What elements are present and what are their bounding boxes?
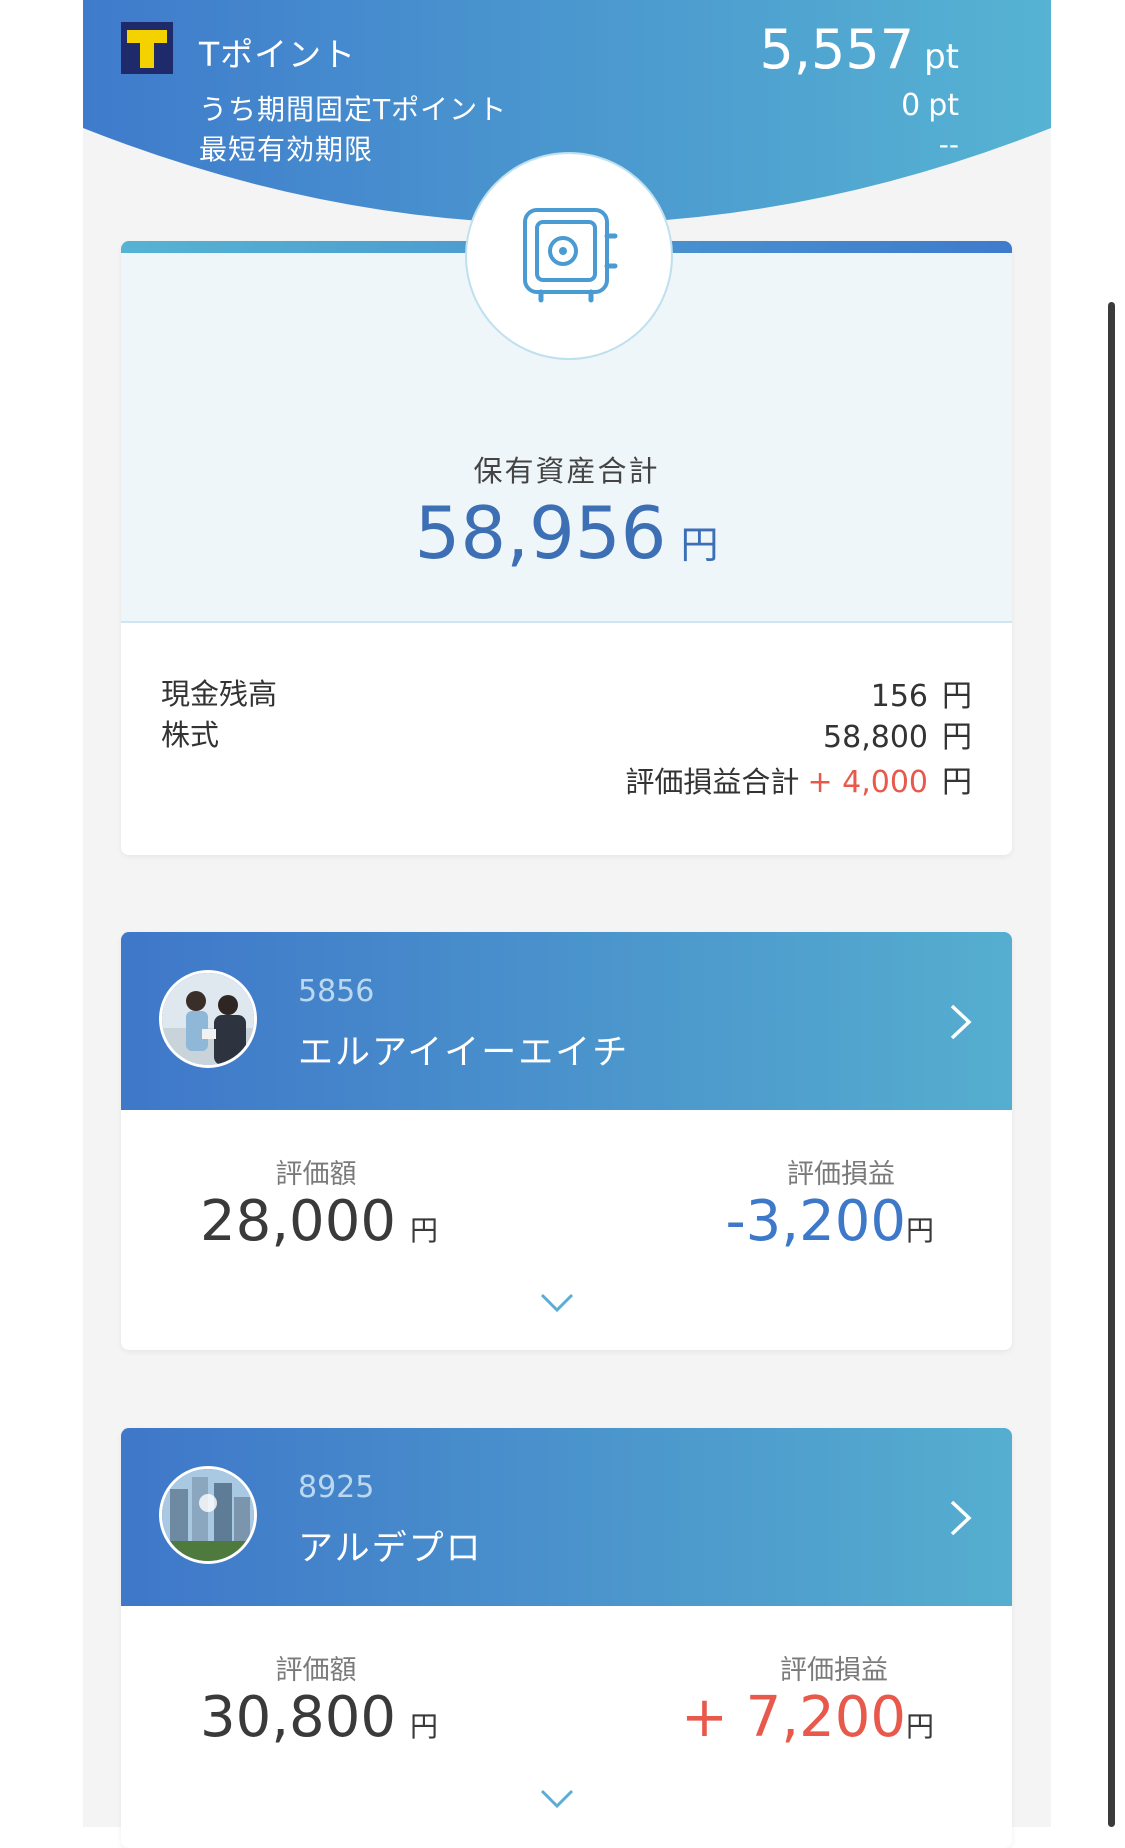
stock-avatar <box>159 1466 257 1564</box>
cash-balance-label: 現金残高 <box>161 677 278 711</box>
total-pl-row: 評価損益合計 + 4,000 円 <box>625 757 972 801</box>
valuation-label: 評価額 <box>275 1159 357 1190</box>
expiry-value: -- <box>938 128 959 161</box>
tpoint-balance: 5,557 pt <box>759 18 959 81</box>
pl-label: 評価損益 <box>780 1655 888 1686</box>
safe-icon <box>523 208 618 303</box>
stocks-unit: 円 <box>942 720 972 755</box>
cash-balance-amount: 156 <box>870 679 928 714</box>
pl-amount: -3,200 <box>725 1189 906 1254</box>
stock-card: 8925 アルデプロ 評価額 30,800 円 評価損益 + 7,200円 <box>121 1428 1012 1848</box>
stock-photo <box>162 1469 254 1561</box>
total-assets-value: 58,956 円 <box>121 491 1012 575</box>
tpoint-balance-value: 5,557 <box>759 18 915 81</box>
valuation-unit: 円 <box>409 1710 438 1743</box>
stock-card-header[interactable]: 5856 エルアイイーエイチ <box>121 932 1012 1110</box>
valuation-label: 評価額 <box>275 1655 357 1686</box>
tpoint-title: Tポイント <box>199 35 357 74</box>
valuation-amount: 30,800 <box>200 1685 396 1750</box>
pl-unit: 円 <box>905 1710 934 1743</box>
stock-photo <box>162 973 254 1065</box>
stock-code: 8925 <box>298 1470 375 1505</box>
t-point-logo <box>121 22 173 74</box>
valuation-value: 30,800 円 <box>200 1685 438 1750</box>
total-pl-label: 評価損益合計 <box>625 765 800 799</box>
stocks-label: 株式 <box>161 718 220 752</box>
stock-name: エルアイイーエイチ <box>298 1033 630 1073</box>
pl-label: 評価損益 <box>787 1159 895 1190</box>
valuation-amount: 28,000 <box>200 1189 396 1254</box>
scrollbar[interactable] <box>1108 302 1115 1827</box>
stock-avatar <box>159 970 257 1068</box>
expiry-label: 最短有効期限 <box>199 133 374 166</box>
stock-card-header[interactable]: 8925 アルデプロ <box>121 1428 1012 1606</box>
fixed-points-unit: pt <box>928 88 959 123</box>
cash-balance-value: 156 円 <box>871 671 972 715</box>
chevron-right-icon[interactable] <box>948 1498 974 1538</box>
stock-card: 5856 エルアイイーエイチ 評価額 28,000 円 評価損益 -3,200円 <box>121 932 1012 1350</box>
stock-name: アルデプロ <box>298 1529 483 1569</box>
stocks-amount: 58,800 <box>823 720 928 755</box>
total-assets-amount: 58,956 <box>414 491 667 575</box>
chevron-down-icon[interactable] <box>539 1292 575 1314</box>
total-pl-value: + 4,000 <box>807 765 928 800</box>
summary-breakdown: 現金残高 156 円 株式 58,800 円 評価損益合計 + 4,000 円 <box>121 621 1012 855</box>
fixed-points: 0 pt <box>901 88 959 123</box>
stock-code: 5856 <box>298 974 375 1009</box>
fixed-points-value: 0 <box>901 88 921 123</box>
cash-balance-unit: 円 <box>942 679 972 714</box>
fixed-points-label: うち期間固定Tポイント <box>199 93 508 126</box>
valuation-unit: 円 <box>409 1214 438 1247</box>
tpoint-balance-unit: pt <box>924 37 959 77</box>
pl-value: + 7,200円 <box>681 1685 934 1750</box>
pl-value: -3,200円 <box>725 1189 934 1254</box>
stocks-value: 58,800 円 <box>823 712 972 756</box>
valuation-value: 28,000 円 <box>200 1189 438 1254</box>
pl-amount: + 7,200 <box>680 1685 906 1750</box>
pl-unit: 円 <box>905 1214 934 1247</box>
chevron-right-icon[interactable] <box>948 1002 974 1042</box>
chevron-down-icon[interactable] <box>539 1788 575 1810</box>
total-assets-label: 保有資産合計 <box>473 454 660 488</box>
total-assets-unit: 円 <box>680 523 719 567</box>
total-pl-unit: 円 <box>942 765 972 800</box>
safe-icon-badge <box>465 152 673 360</box>
